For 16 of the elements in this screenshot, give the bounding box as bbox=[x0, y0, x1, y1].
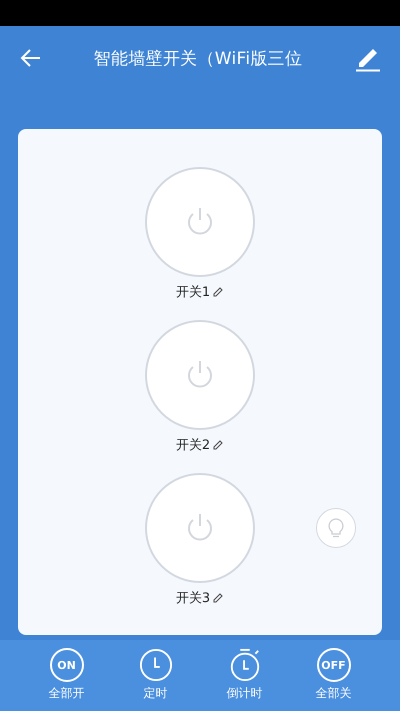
pencil-icon[interactable] bbox=[212, 286, 224, 298]
pencil-icon[interactable] bbox=[212, 439, 224, 451]
switch-label: 开关1 bbox=[176, 284, 210, 301]
on-icon: ON bbox=[50, 648, 84, 682]
light-bulb-icon bbox=[326, 517, 346, 539]
action-button[interactable]: OFF 全部关 bbox=[289, 640, 378, 711]
action-button[interactable]: 定时 bbox=[111, 640, 200, 711]
switch-label: 开关3 bbox=[176, 590, 210, 607]
pencil-icon[interactable] bbox=[212, 592, 224, 604]
page-title: 智能墙壁开关（WiFi版三位 bbox=[92, 48, 304, 70]
clock-icon bbox=[138, 648, 172, 682]
off-icon: OFF bbox=[316, 648, 350, 682]
switch-label: 开关2 bbox=[176, 437, 210, 454]
back-arrow-icon[interactable] bbox=[20, 47, 42, 69]
action-button[interactable]: ON 全部开 bbox=[22, 640, 111, 711]
action-button[interactable]: 倒计时 bbox=[200, 640, 289, 711]
